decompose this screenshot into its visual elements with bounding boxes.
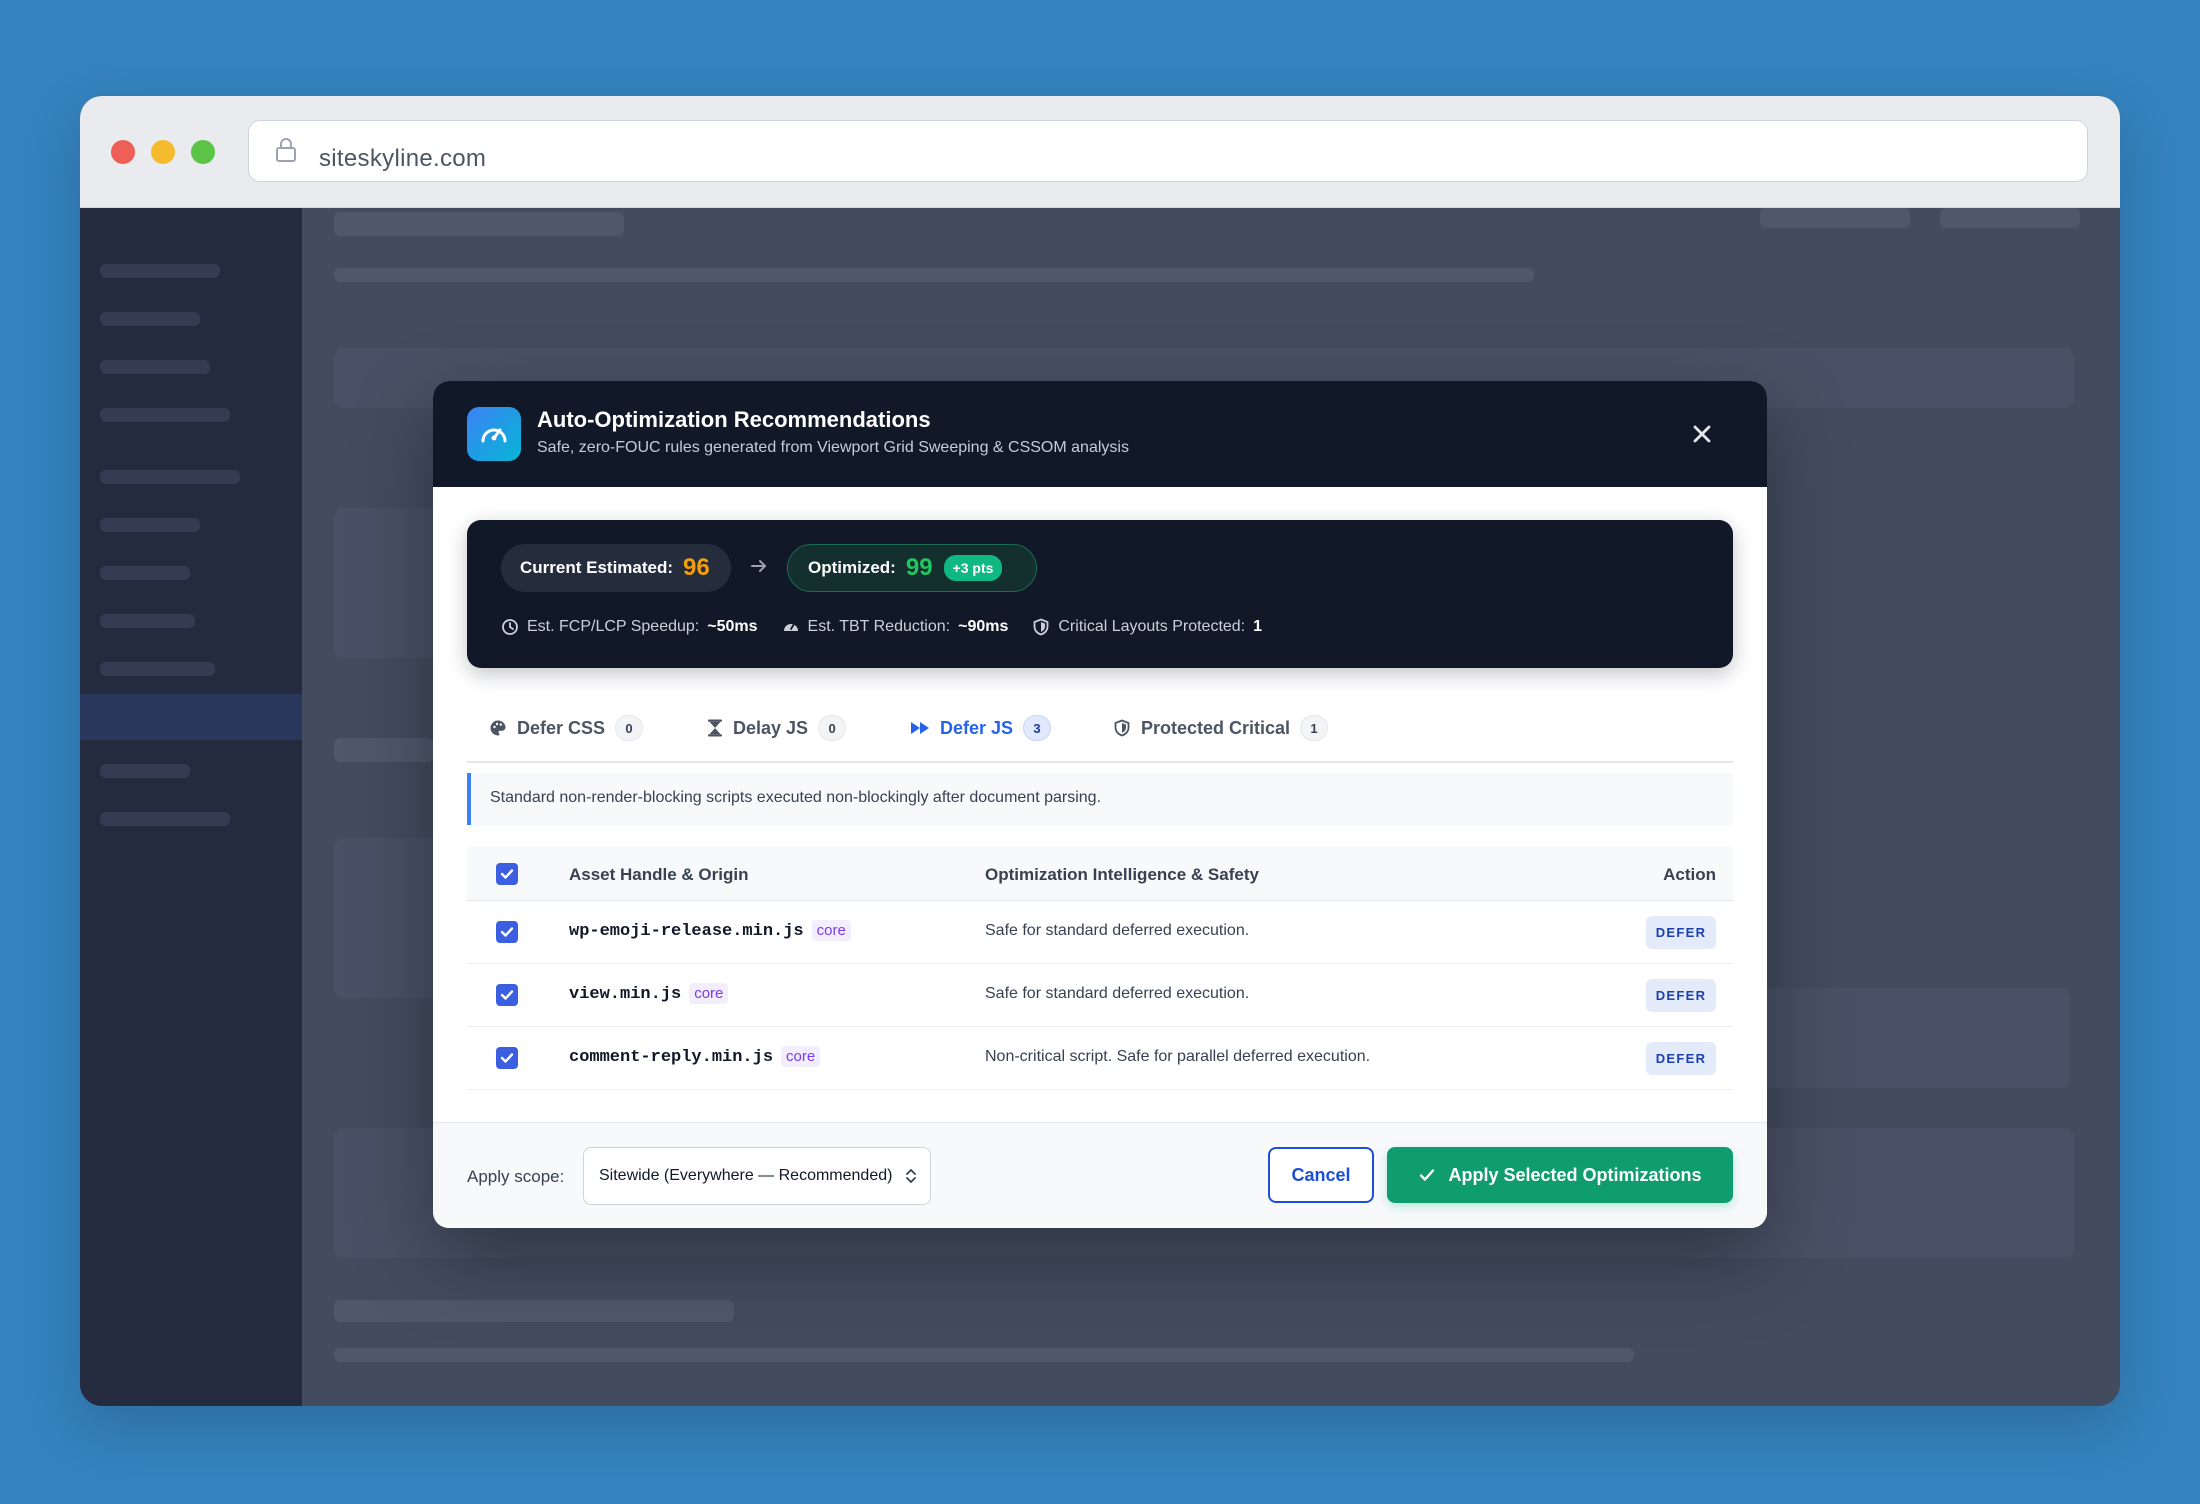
check-icon bbox=[500, 927, 514, 937]
modal-header: Auto-Optimization Recommendations Safe, … bbox=[433, 381, 1767, 487]
asset-cell: wp-emoji-release.min.js core bbox=[569, 920, 851, 941]
shield-icon bbox=[1114, 719, 1130, 737]
header-asset: Asset Handle & Origin bbox=[569, 865, 749, 884]
metric-critical: Critical Layouts Protected: 1 bbox=[1032, 618, 1262, 636]
fast-forward-icon bbox=[911, 722, 929, 734]
optimized-score-pill: Optimized: 99 +3 pts bbox=[787, 544, 1037, 592]
intel-cell: Safe for standard deferred execution. bbox=[985, 985, 1250, 1002]
metric-fcp: Est. FCP/LCP Speedup: ~50ms bbox=[501, 618, 758, 636]
action-badge: DEFER bbox=[1646, 979, 1716, 1012]
minimize-window-button[interactable] bbox=[151, 140, 175, 164]
assets-table: Asset Handle & Origin Optimization Intel… bbox=[467, 847, 1733, 1090]
row-checkbox[interactable] bbox=[496, 984, 518, 1006]
cancel-button[interactable]: Cancel bbox=[1268, 1147, 1374, 1203]
score-delta-badge: +3 pts bbox=[943, 555, 1003, 581]
palette-icon bbox=[490, 720, 506, 736]
metric-tbt-label: Est. TBT Reduction: bbox=[807, 618, 951, 635]
hourglass-icon bbox=[708, 719, 722, 737]
metrics-row: Est. FCP/LCP Speedup: ~50ms Est. TBT Red… bbox=[501, 618, 1262, 636]
modal-title: Auto-Optimization Recommendations bbox=[537, 407, 931, 432]
tab-protected-critical-count: 1 bbox=[1300, 715, 1329, 741]
metric-fcp-value: ~50ms bbox=[707, 618, 758, 635]
tab-delay-js[interactable]: Delay JS 0 bbox=[707, 713, 847, 743]
header-intel: Optimization Intelligence & Safety bbox=[985, 865, 1259, 884]
asset-origin-badge: core bbox=[689, 983, 729, 1004]
action-badge: DEFER bbox=[1646, 916, 1716, 949]
browser-chrome: siteskyline.com bbox=[80, 96, 2120, 208]
gauge-icon bbox=[783, 623, 798, 631]
recommendations-modal: Auto-Optimization Recommendations Safe, … bbox=[433, 381, 1767, 1228]
metric-critical-value: 1 bbox=[1253, 618, 1263, 635]
clock-icon bbox=[502, 619, 518, 635]
tab-delay-js-count: 0 bbox=[818, 715, 847, 741]
select-caret-icon bbox=[906, 1168, 916, 1184]
apply-optimizations-button[interactable]: Apply Selected Optimizations bbox=[1387, 1147, 1733, 1203]
address-bar[interactable]: siteskyline.com bbox=[248, 120, 2088, 182]
table-header: Asset Handle & Origin Optimization Intel… bbox=[467, 847, 1733, 901]
metric-fcp-label: Est. FCP/LCP Speedup: bbox=[527, 618, 700, 635]
apply-button-label: Apply Selected Optimizations bbox=[1448, 1164, 1702, 1185]
asset-origin-badge: core bbox=[781, 1046, 821, 1067]
check-icon bbox=[500, 1053, 514, 1063]
metric-tbt: Est. TBT Reduction: ~90ms bbox=[782, 618, 1009, 636]
score-summary-card: Current Estimated: 96 Optimized: 99 +3 p… bbox=[467, 520, 1733, 668]
tab-defer-css[interactable]: Defer CSS 0 bbox=[489, 713, 644, 743]
asset-handle: wp-emoji-release.min.js bbox=[569, 922, 804, 941]
asset-cell: view.min.js core bbox=[569, 983, 729, 1004]
tab-delay-js-label: Delay JS bbox=[733, 717, 809, 738]
tab-defer-css-count: 0 bbox=[615, 715, 644, 741]
maximize-window-button[interactable] bbox=[191, 140, 215, 164]
tab-defer-css-label: Defer CSS bbox=[517, 717, 606, 738]
url-text: siteskyline.com bbox=[319, 145, 487, 172]
apply-scope-label: Apply scope: bbox=[467, 1167, 565, 1186]
tab-defer-js-count: 3 bbox=[1023, 715, 1052, 741]
asset-origin-badge: core bbox=[811, 920, 851, 941]
tab-defer-js-label: Defer JS bbox=[940, 717, 1014, 738]
arrow-right-icon bbox=[751, 560, 766, 572]
close-icon[interactable] bbox=[1687, 419, 1717, 449]
asset-cell: comment-reply.min.js core bbox=[569, 1046, 821, 1067]
close-window-button[interactable] bbox=[111, 140, 135, 164]
check-icon bbox=[500, 869, 514, 879]
metric-critical-label: Critical Layouts Protected: bbox=[1058, 618, 1246, 635]
row-checkbox[interactable] bbox=[496, 1047, 518, 1069]
row-checkbox[interactable] bbox=[496, 921, 518, 943]
speedometer-icon bbox=[467, 407, 521, 461]
tab-protected-critical[interactable]: Protected Critical 1 bbox=[1113, 713, 1329, 743]
table-row: view.min.js core Safe for standard deferr… bbox=[467, 964, 1733, 1027]
intel-cell: Non-critical script. Safe for parallel d… bbox=[985, 1048, 1371, 1065]
select-all-checkbox[interactable] bbox=[496, 863, 518, 885]
lock-icon bbox=[276, 138, 296, 162]
action-badge: DEFER bbox=[1646, 1042, 1716, 1075]
table-row: comment-reply.min.js core Non-critical sc… bbox=[467, 1027, 1733, 1090]
table-row: wp-emoji-release.min.js core Safe for sta… bbox=[467, 901, 1733, 964]
apply-scope-select[interactable]: Sitewide (Everywhere — Recommended) bbox=[583, 1147, 931, 1205]
asset-handle: view.min.js bbox=[569, 985, 682, 1004]
optimization-tabs: Defer CSS 0 Delay JS 0 Defer JS 3 Protec… bbox=[467, 697, 1733, 763]
check-icon bbox=[1420, 1169, 1435, 1181]
shield-icon bbox=[1033, 618, 1049, 636]
modal-subtitle: Safe, zero-FOUC rules generated from Vie… bbox=[537, 439, 1129, 456]
metric-tbt-value: ~90ms bbox=[958, 618, 1009, 635]
current-score-value: 96 bbox=[683, 554, 710, 581]
modal-footer: Apply scope: Sitewide (Everywhere — Reco… bbox=[433, 1122, 1767, 1228]
tab-info-banner: Standard non-render-blocking scripts exe… bbox=[467, 773, 1733, 825]
tab-defer-js[interactable]: Defer JS 3 bbox=[910, 713, 1052, 743]
optimized-score-label: Optimized: bbox=[808, 558, 896, 577]
tab-protected-critical-label: Protected Critical bbox=[1141, 717, 1291, 738]
check-icon bbox=[500, 990, 514, 1000]
header-action: Action bbox=[1663, 865, 1716, 884]
asset-handle: comment-reply.min.js bbox=[569, 1048, 774, 1067]
current-score-label: Current Estimated: bbox=[520, 558, 674, 577]
current-score-pill: Current Estimated: 96 bbox=[501, 544, 731, 592]
apply-scope-value: Sitewide (Everywhere — Recommended) bbox=[599, 1167, 893, 1184]
intel-cell: Safe for standard deferred execution. bbox=[985, 922, 1250, 939]
optimized-score-value: 99 bbox=[905, 554, 933, 581]
